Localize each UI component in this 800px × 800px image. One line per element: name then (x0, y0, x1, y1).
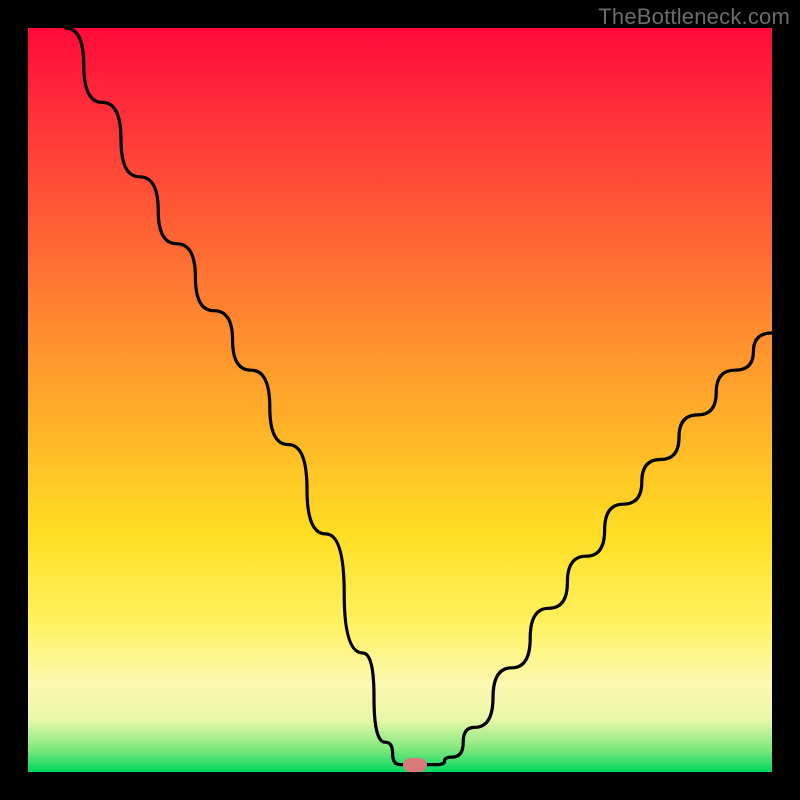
chart-frame: TheBottleneck.com (0, 0, 800, 800)
watermark-label: TheBottleneck.com (598, 4, 790, 30)
bottleneck-curve (65, 28, 772, 765)
curve-svg (28, 28, 772, 772)
optimum-marker (403, 758, 427, 772)
plot-area (28, 28, 772, 772)
